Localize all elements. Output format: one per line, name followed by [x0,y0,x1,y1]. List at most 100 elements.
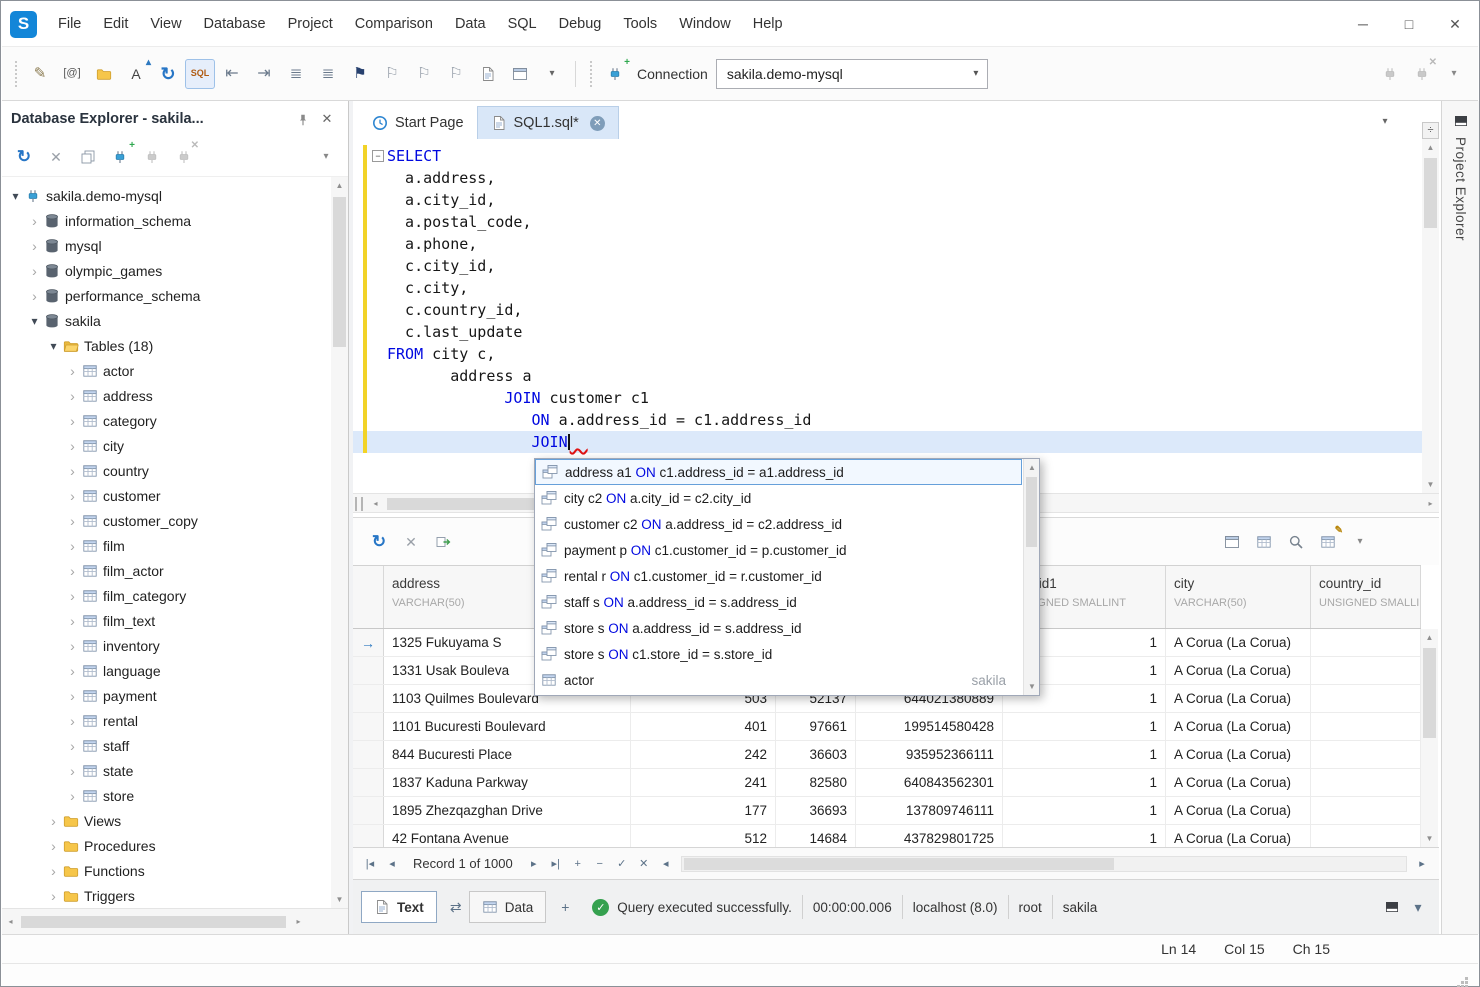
tree-item-olympic-games[interactable]: ›olympic_games [2,258,330,283]
collapse-arrow-icon[interactable]: ▾ [46,340,61,352]
column-header-country_id[interactable]: country_idUNSIGNED SMALLINT [1311,566,1421,628]
tree-item-information-schema[interactable]: ›information_schema [2,208,330,233]
grid-cell[interactable]: 437829801725 [856,825,1003,847]
scroll-down-icon[interactable]: ▼ [1422,476,1439,493]
grid-view-icon[interactable] [1249,527,1279,557]
explorer-options-icon[interactable]: ▾ [311,142,341,172]
menu-comparison[interactable]: Comparison [344,9,444,39]
grid-cell[interactable]: 36693 [776,797,856,824]
grid-cell[interactable]: 1895 Zhezqazghan Drive [384,797,631,824]
grid-cell[interactable]: 1 [1003,713,1166,740]
delete-record-icon[interactable]: − [589,853,611,875]
grid-cell[interactable]: 242 [631,741,776,768]
refresh-icon[interactable]: ↻ [364,527,394,557]
code-line-3[interactable]: a.city_id, [353,189,1422,211]
code-line-5[interactable]: a.phone, [353,233,1422,255]
clipboard-icon[interactable] [1217,527,1247,557]
completion-item-table[interactable]: actorsakila [535,667,1022,693]
expand-arrow-icon[interactable]: › [65,389,80,403]
grid-cell[interactable]: 512 [631,825,776,847]
code-line-4[interactable]: a.postal_code, [353,211,1422,233]
row-header[interactable] [353,685,384,712]
grid-cell[interactable]: 844 Bucuresti Place [384,741,631,768]
delete-object-icon[interactable]: ✕ [41,142,71,172]
expand-arrow-icon[interactable]: › [65,614,80,628]
scroll-right-icon[interactable]: ▸ [1411,853,1433,875]
tree-item-staff[interactable]: ›staff [2,733,330,758]
bottombar-dropdown-icon[interactable]: ▾ [1405,894,1431,920]
layout-dropdown-icon[interactable]: ▾ [537,59,567,89]
menu-window[interactable]: Window [668,9,742,39]
fold-marker[interactable]: − [372,150,384,162]
document-icon[interactable] [473,59,503,89]
grid-cell[interactable]: A Corua (La Corua) [1166,713,1311,740]
indent-icon[interactable]: ≣ [281,59,311,89]
grid-cell[interactable]: 1 [1003,769,1166,796]
collapse-arrow-icon[interactable]: ▾ [8,190,23,202]
tree-item-sakila-demo-mysql[interactable]: ▾sakila.demo-mysql [2,183,330,208]
code-line-9[interactable]: c.last_update [353,321,1422,343]
expand-arrow-icon[interactable]: › [65,739,80,753]
tree-item-tables-18-[interactable]: ▾Tables (18) [2,333,330,358]
grid-cell[interactable] [1311,741,1421,768]
completion-item[interactable]: address a1 ON c1.address_id = a1.address… [535,459,1022,485]
menu-sql[interactable]: SQL [497,9,548,39]
row-header[interactable] [353,825,384,847]
expand-arrow-icon[interactable]: › [46,839,61,853]
toolbar-grip[interactable] [13,61,19,87]
tree-item-performance-schema[interactable]: ›performance_schema [2,283,330,308]
layout-icon[interactable] [505,59,535,89]
row-header[interactable]: → [353,629,384,656]
grid-hscrollbar[interactable] [681,856,1407,872]
post-edit-icon[interactable]: ✓ [611,853,633,875]
popup-scrollbar[interactable]: ▲ ▼ [1023,459,1039,695]
cancel-edit-icon[interactable]: ✕ [633,853,655,875]
output-panel-icon[interactable] [1379,894,1405,920]
search-grid-icon[interactable] [1281,527,1311,557]
menu-help[interactable]: Help [742,9,794,39]
text-case-icon[interactable]: A▴ [121,59,151,89]
scroll-left-icon[interactable]: ◂ [367,495,384,512]
completion-item[interactable]: payment p ON c1.customer_id = p.customer… [535,537,1022,563]
disconnect-icon[interactable]: ✕ [1407,59,1437,89]
scroll-left-icon[interactable]: ◂ [2,913,19,930]
last-record-icon[interactable]: ▸| [545,853,567,875]
scroll-up-icon[interactable]: ▲ [331,177,348,194]
grid-cell[interactable]: A Corua (La Corua) [1166,741,1311,768]
toolbar-options-icon[interactable]: ▾ [1439,59,1469,89]
toolbar-grip[interactable] [588,61,594,87]
tree-item-state[interactable]: ›state [2,758,330,783]
expand-arrow-icon[interactable]: › [65,589,80,603]
scroll-down-icon[interactable]: ▼ [1024,678,1040,695]
grid-cell[interactable] [1311,629,1421,656]
tree-item-film-text[interactable]: ›film_text [2,608,330,633]
grid-cell[interactable]: 97661 [776,713,856,740]
sql-window-button[interactable]: SQL [185,59,215,89]
connect-icon[interactable] [137,142,167,172]
tab-sql1[interactable]: SQL1.sql* ✕ [477,106,619,139]
tree-item-functions[interactable]: ›Functions [2,858,330,883]
grid-cell[interactable]: 640843562301 [856,769,1003,796]
expand-arrow-icon[interactable]: › [65,564,80,578]
row-header[interactable] [353,769,384,796]
connect-icon[interactable] [1375,59,1405,89]
tree-item-triggers[interactable]: ›Triggers [2,883,330,908]
prev-record-icon[interactable]: ◂ [381,853,403,875]
tree-item-customer-copy[interactable]: ›customer_copy [2,508,330,533]
expand-arrow-icon[interactable]: › [65,714,80,728]
clear-bookmarks-icon[interactable]: ⚐ [441,59,471,89]
expand-arrow-icon[interactable]: › [65,639,80,653]
expand-arrow-icon[interactable]: › [65,464,80,478]
results-options-icon[interactable]: ▾ [1345,527,1375,557]
menu-project[interactable]: Project [277,9,344,39]
tree-item-procedures[interactable]: ›Procedures [2,833,330,858]
expand-arrow-icon[interactable]: › [27,214,42,228]
grid-cell[interactable]: 241 [631,769,776,796]
expand-arrow-icon[interactable]: › [65,414,80,428]
grid-corner[interactable] [353,566,384,628]
scroll-up-icon[interactable]: ▲ [1024,459,1040,476]
menu-data[interactable]: Data [444,9,497,39]
explorer-hscrollbar[interactable]: ◂ ▸ [2,908,348,934]
expand-arrow-icon[interactable]: › [65,514,80,528]
row-header[interactable] [353,713,384,740]
